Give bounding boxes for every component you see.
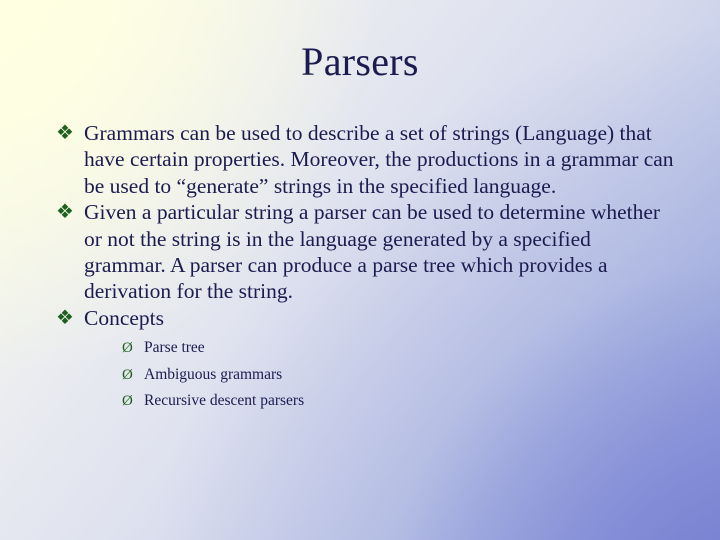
list-item: ❖ Concepts Ø Parse tree Ø Ambiguous gram… — [56, 305, 676, 415]
bullet-list: ❖ Grammars can be used to describe a set… — [56, 120, 676, 415]
list-item: Ø Parse tree — [122, 335, 676, 362]
diamond-bullet-icon: ❖ — [56, 201, 74, 224]
list-item: ❖ Grammars can be used to describe a set… — [56, 120, 676, 199]
diamond-bullet-icon: ❖ — [56, 306, 74, 329]
slide-body: ❖ Grammars can be used to describe a set… — [56, 120, 676, 415]
sub-bullet-text: Parse tree — [144, 339, 205, 357]
bullet-text: Given a particular string a parser can b… — [84, 200, 661, 304]
list-item: ❖ Given a particular string a parser can… — [56, 199, 676, 305]
sub-bullet-list: Ø Parse tree Ø Ambiguous grammars Ø Recu… — [84, 335, 676, 415]
sub-bullet-text: Ambiguous grammars — [144, 365, 283, 383]
bullet-text: Grammars can be used to describe a set o… — [84, 121, 674, 198]
slide: Parsers ❖ Grammars can be used to descri… — [0, 0, 720, 540]
bullet-text: Concepts — [84, 305, 165, 330]
sub-bullet-text: Recursive descent parsers — [144, 392, 305, 410]
diamond-bullet-icon: ❖ — [56, 122, 74, 144]
slashed-o-bullet-icon: Ø — [122, 393, 133, 410]
slashed-o-bullet-icon: Ø — [122, 366, 133, 383]
list-item: Ø Recursive descent parsers — [122, 388, 676, 415]
list-item: Ø Ambiguous grammars — [122, 362, 676, 389]
page-title: Parsers — [301, 39, 419, 84]
slashed-o-bullet-icon: Ø — [122, 340, 133, 357]
